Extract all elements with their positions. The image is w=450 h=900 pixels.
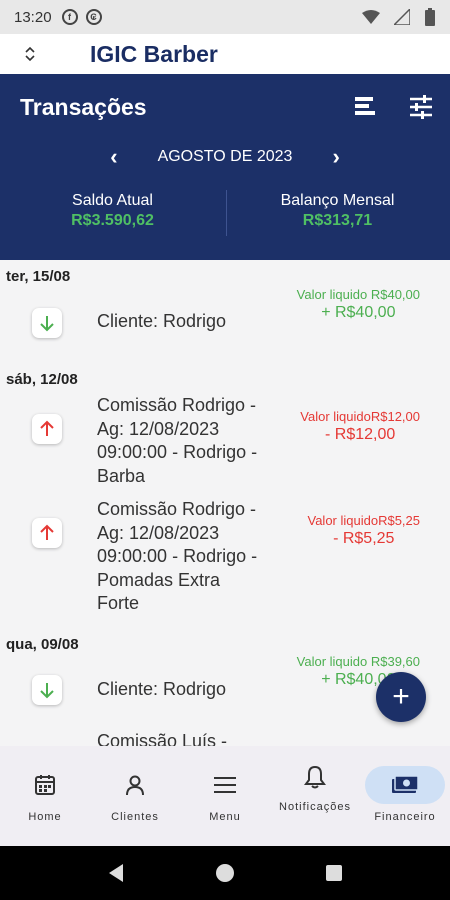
expense-arrow-up-icon — [32, 518, 62, 548]
page-title: Transações — [20, 94, 147, 120]
balanco-label: Balanço Mensal — [280, 192, 395, 209]
unit-switch-icon[interactable] — [0, 46, 60, 62]
amount-value: + R$40,00 — [321, 304, 396, 321]
status-time: 13:20 — [14, 8, 52, 26]
net-value: Valor liquidoR$5,25 — [307, 513, 421, 528]
nav-item-home[interactable]: Home — [0, 746, 90, 846]
nav-label-home: Home — [28, 811, 62, 823]
system-navigation-bar — [0, 846, 450, 900]
transaction-description[interactable]: Comissão Rodrigo - Ag: 12/08/2023 09:00:… — [97, 394, 267, 488]
previous-month-chevron-icon[interactable]: ‹ — [110, 144, 117, 170]
menu-icon — [199, 766, 251, 804]
facebook-icon: f — [61, 9, 78, 25]
current-month: AGOSTO DE 2023 — [157, 148, 293, 165]
date-header: ter, 15/08 — [6, 268, 71, 285]
app-notification-icon: ₢ — [85, 9, 102, 25]
bell-icon — [289, 760, 341, 794]
transactions-list[interactable]: ter, 15/08 Cliente: Rodrigo Valor liquid… — [0, 260, 450, 746]
income-arrow-down-icon — [32, 675, 62, 705]
transaction-description[interactable]: Cliente: Rodrigo — [97, 678, 267, 702]
month-navigator: ‹ AGOSTO DE 2023 › — [0, 144, 450, 170]
net-value: Valor liquido R$40,00 — [296, 287, 420, 302]
balanco-value: R$313,71 — [302, 212, 373, 229]
nav-label-notificacoes: Notificações — [279, 801, 351, 813]
nav-label-financeiro: Financeiro — [374, 811, 436, 823]
cash-icon — [365, 766, 445, 804]
transaction-amounts: Valor liquidoR$5,25 - R$5,25 — [308, 513, 421, 548]
net-value: Valor liquido R$39,60 — [296, 654, 420, 669]
home-circle-icon[interactable] — [215, 863, 235, 883]
nav-item-notificacoes[interactable]: Notificações — [270, 746, 360, 846]
transaction-description[interactable]: Cliente: Rodrigo — [97, 310, 267, 334]
saldo-label: Saldo Atual — [72, 192, 153, 209]
nav-label-clientes: Clientes — [111, 811, 159, 823]
person-icon — [109, 766, 161, 804]
nav-item-menu[interactable]: Menu — [180, 746, 270, 846]
bottom-navigation: Home Clientes Menu Notificações Financei… — [0, 746, 450, 846]
date-header: sáb, 12/08 — [6, 371, 78, 388]
wifi-icon — [362, 10, 380, 24]
expense-arrow-up-icon — [32, 414, 62, 444]
report-icon[interactable] — [352, 94, 378, 120]
transaction-amounts: Valor liquido R$40,00 + R$40,00 — [297, 287, 420, 322]
transaction-amounts: Valor liquidoR$12,00 - R$12,00 — [300, 409, 420, 444]
status-bar: 13:20 f ₢ — [0, 0, 450, 34]
signal-icon — [394, 9, 410, 25]
date-header: qua, 09/08 — [6, 636, 79, 653]
nav-item-financeiro[interactable]: Financeiro — [360, 746, 450, 846]
saldo-atual: Saldo Atual R$3.590,62 — [0, 192, 225, 230]
income-arrow-down-icon — [32, 308, 62, 338]
amount-value: - R$12,00 — [325, 426, 396, 443]
transaction-description[interactable]: Comissão Luís - — [97, 730, 267, 746]
app-title: IGIC Barber — [90, 40, 218, 67]
net-value: Valor liquidoR$12,00 — [300, 409, 420, 424]
amount-value: - R$5,25 — [333, 530, 395, 547]
transactions-header: Transações ‹ AGOSTO DE 2023 › Saldo Atua… — [0, 74, 450, 260]
app-bar: IGIC Barber — [0, 34, 450, 74]
back-icon[interactable] — [107, 863, 125, 883]
battery-icon — [425, 8, 435, 26]
balanco-mensal: Balanço Mensal R$313,71 — [225, 192, 450, 230]
nav-label-menu: Menu — [209, 811, 241, 823]
saldo-value: R$3.590,62 — [71, 212, 154, 229]
calendar-icon — [19, 766, 71, 804]
filter-sliders-icon[interactable] — [408, 94, 434, 120]
nav-item-clientes[interactable]: Clientes — [90, 746, 180, 846]
next-month-chevron-icon[interactable]: › — [332, 144, 339, 170]
recents-square-icon[interactable] — [325, 864, 343, 882]
transaction-description[interactable]: Comissão Rodrigo - Ag: 12/08/2023 09:00:… — [97, 498, 267, 616]
add-transaction-button[interactable]: + — [376, 672, 426, 722]
